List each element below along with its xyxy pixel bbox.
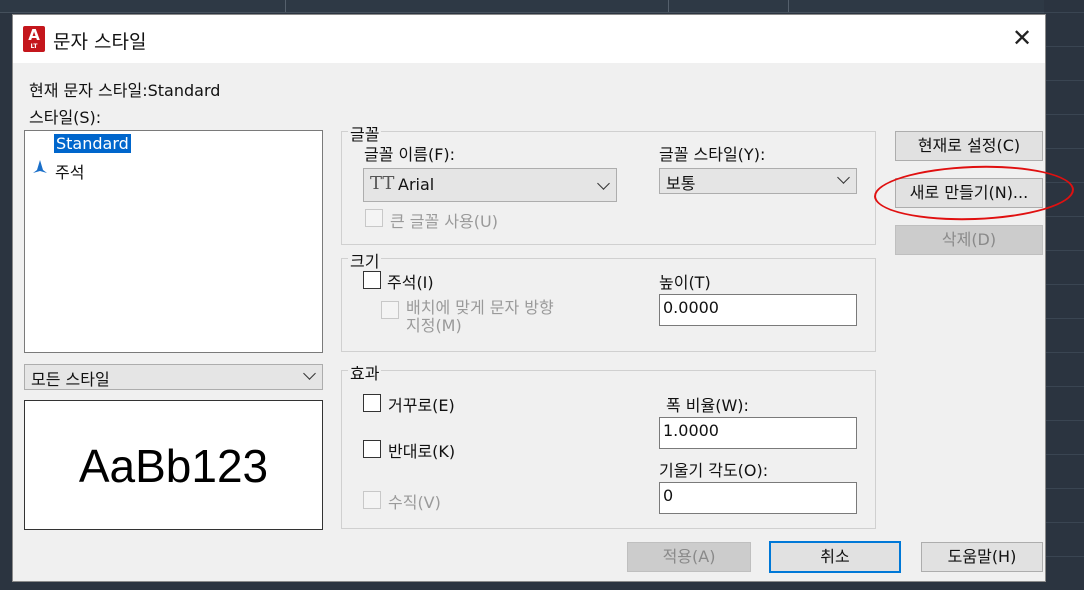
preview-text: AaBb123 (78, 440, 269, 492)
vertical-label: 수직(V) (388, 493, 441, 512)
oblique-angle-label: 기울기 각도(O): (659, 461, 769, 480)
big-font-label: 큰 글꼴 사용(U) (390, 212, 498, 231)
oblique-angle-input[interactable]: 0 (659, 482, 857, 514)
size-group: 크기 주석(I) 배치에 맞게 문자 방향 지정(M) 높이(T) 0.0000 (341, 248, 876, 352)
match-orientation-label: 배치에 맞게 문자 방향 지정(M) (406, 298, 554, 335)
font-group: 글꼴 글꼴 이름(F): TT Arial 큰 글꼴 사용(U) 글꼴 스타일(… (341, 121, 876, 245)
styles-label: 스타일(S): (29, 108, 102, 127)
style-filter-select[interactable]: 모든 스타일 (24, 364, 323, 390)
dialog-title: 문자 스타일 (53, 31, 147, 53)
chevron-down-icon (597, 177, 610, 190)
help-button[interactable]: 도움말(H) (921, 542, 1043, 572)
chevron-down-icon (837, 171, 850, 184)
list-item-annotative[interactable]: 주석 (55, 159, 84, 183)
width-factor-value: 1.0000 (663, 421, 719, 440)
list-item-standard[interactable]: Standard (53, 133, 132, 154)
style-preview: AaBb123 (24, 400, 323, 530)
cancel-button[interactable]: 취소 (769, 541, 901, 573)
match-orientation-checkbox[interactable] (381, 301, 399, 319)
title-bar: A LT 문자 스타일 ✕ (13, 15, 1045, 63)
height-label: 높이(T) (659, 273, 711, 292)
styles-list[interactable]: Standard 주석 (24, 130, 323, 353)
style-filter-value: 모든 스타일 (31, 370, 110, 389)
oblique-angle-value: 0 (663, 486, 674, 505)
font-style-label: 글꼴 스타일(Y): (659, 145, 766, 164)
truetype-font-icon: TT (370, 173, 395, 194)
effects-group: 효과 거꾸로(E) 반대로(K) 수직(V) 폭 비율(W): 1.0000 기… (341, 360, 876, 529)
set-current-button[interactable]: 현재로 설정(C) (895, 131, 1043, 161)
backwards-checkbox[interactable] (363, 440, 381, 458)
app-background-header (0, 0, 1084, 13)
big-font-checkbox[interactable] (365, 209, 383, 227)
font-name-label: 글꼴 이름(F): (364, 145, 456, 164)
font-style-value: 보통 (666, 174, 696, 193)
font-style-select[interactable]: 보통 (659, 168, 857, 194)
font-name-select[interactable]: TT Arial (363, 168, 617, 202)
height-value: 0.0000 (663, 298, 719, 317)
width-factor-label: 폭 비율(W): (666, 396, 749, 415)
font-name-value: Arial (398, 175, 435, 194)
current-style-text: 현재 문자 스타일:Standard (29, 81, 221, 100)
annotative-icon (33, 160, 47, 173)
annotative-checkbox[interactable] (363, 271, 381, 289)
close-icon[interactable]: ✕ (1009, 25, 1035, 51)
width-factor-input[interactable]: 1.0000 (659, 417, 857, 449)
text-style-dialog: A LT 문자 스타일 ✕ 현재 문자 스타일:Standard 스타일(S): … (12, 14, 1046, 582)
app-background-grid (1044, 0, 1084, 590)
apply-button[interactable]: 적용(A) (627, 542, 751, 572)
upside-down-checkbox[interactable] (363, 394, 381, 412)
effects-group-label: 효과 (348, 360, 382, 384)
vertical-checkbox[interactable] (363, 491, 381, 509)
autocad-lt-icon: A LT (23, 26, 45, 52)
annotative-label: 주석(I) (387, 273, 434, 292)
backwards-label: 반대로(K) (388, 442, 456, 461)
delete-button[interactable]: 삭제(D) (895, 225, 1043, 255)
size-group-label: 크기 (348, 248, 382, 272)
upside-down-label: 거꾸로(E) (388, 396, 455, 415)
chevron-down-icon (303, 367, 316, 380)
height-input[interactable]: 0.0000 (659, 294, 857, 326)
